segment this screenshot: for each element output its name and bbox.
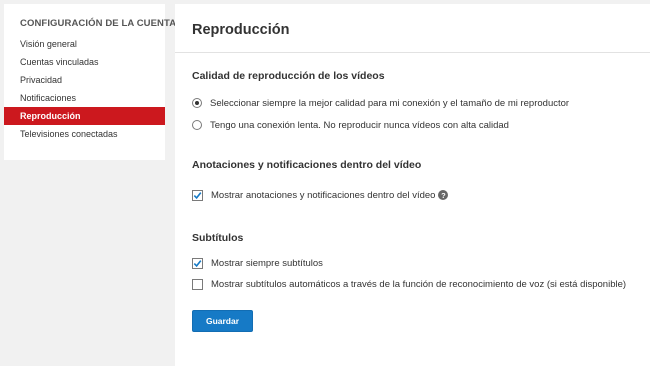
account-settings-sidebar: CONFIGURACIÓN DE LA CUENTA Visión genera…	[4, 4, 176, 160]
quality-slow-label: Tengo una conexión lenta. No reproducir …	[210, 119, 509, 131]
annotations-checkbox[interactable]	[192, 189, 203, 201]
quality-best-radio[interactable]	[192, 98, 202, 108]
quality-slow-option[interactable]: Tengo una conexión lenta. No reproducir …	[192, 118, 509, 132]
subtitles-always-checkbox[interactable]	[192, 257, 203, 269]
subtitles-auto-option[interactable]: Mostrar subtítulos automáticos a través …	[192, 277, 626, 291]
subtitles-always-label: Mostrar siempre subtítulos	[211, 257, 323, 269]
sidebar-item-notifications[interactable]: Notificaciones	[4, 89, 165, 107]
header-divider	[175, 52, 650, 53]
quality-best-option[interactable]: Seleccionar siempre la mejor calidad par…	[192, 96, 569, 110]
subtitles-auto-label: Mostrar subtítulos automáticos a través …	[211, 278, 627, 290]
subtitles-section-title: Subtítulos	[192, 232, 244, 244]
save-button[interactable]: Guardar	[192, 310, 253, 332]
subtitles-always-option[interactable]: Mostrar siempre subtítulos	[192, 256, 323, 270]
sidebar-item-connected-tvs[interactable]: Televisiones conectadas	[4, 125, 165, 143]
sidebar-heading: CONFIGURACIÓN DE LA CUENTA	[20, 18, 177, 29]
sidebar-item-overview[interactable]: Visión general	[4, 35, 165, 53]
quality-best-label: Seleccionar siempre la mejor calidad par…	[210, 97, 570, 109]
sidebar-item-linked-accounts[interactable]: Cuentas vinculadas	[4, 53, 165, 71]
question-icon[interactable]: ?	[438, 190, 449, 200]
subtitles-auto-checkbox[interactable]	[192, 278, 203, 290]
playback-settings-panel: Reproducción Calidad de reproducción de …	[175, 4, 650, 366]
quality-slow-radio[interactable]	[192, 120, 202, 130]
page-title: Reproducción	[192, 22, 290, 38]
annotations-label: Mostrar anotaciones y notificaciones den…	[211, 189, 436, 201]
sidebar-item-playback[interactable]: Reproducción	[4, 107, 165, 125]
sidebar-nav: Visión general Cuentas vinculadas Privac…	[4, 35, 165, 143]
annotations-section-title: Anotaciones y notificaciones dentro del …	[192, 159, 422, 171]
annotations-option[interactable]: Mostrar anotaciones y notificaciones den…	[192, 188, 449, 202]
quality-section-title: Calidad de reproducción de los vídeos	[192, 70, 385, 82]
sidebar-item-privacy[interactable]: Privacidad	[4, 71, 165, 89]
